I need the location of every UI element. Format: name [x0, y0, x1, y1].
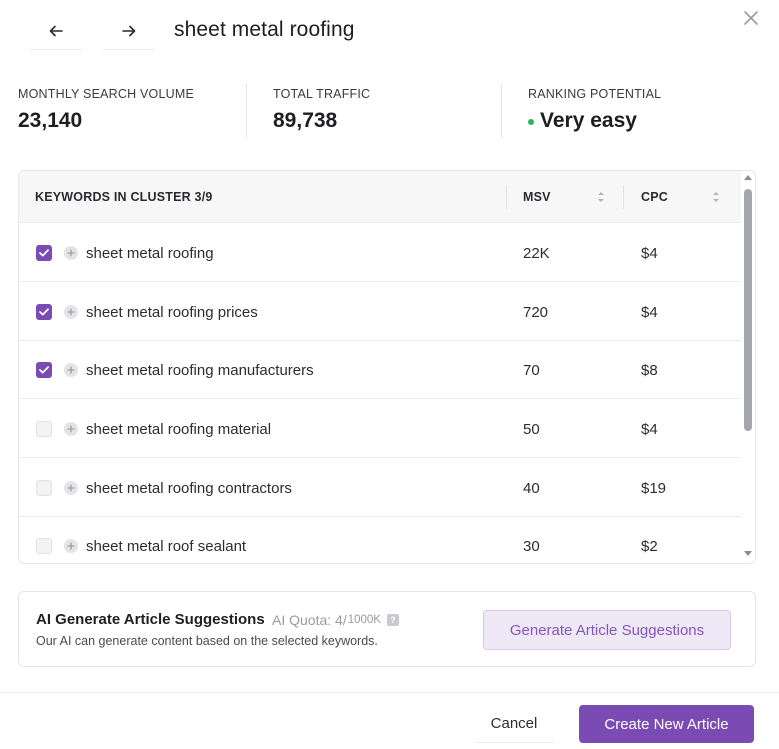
keyword-cell: sheet metal roofing contractors: [86, 479, 292, 497]
table-row[interactable]: sheet metal roofing prices 720 $4: [19, 283, 741, 341]
create-article-button[interactable]: Create New Article: [579, 705, 754, 743]
keyword-cell: sheet metal roofing prices: [86, 303, 258, 321]
ai-quota: AI Quota: 4/ 1000K ?: [272, 612, 399, 628]
ai-quota-total: 1000K: [347, 614, 381, 626]
table-row[interactable]: sheet metal roofing contractors 40 $19: [19, 459, 741, 517]
stat-divider: [246, 84, 247, 138]
stat-label: MONTHLY SEARCH VOLUME: [18, 87, 194, 101]
column-header-keywords: KEYWORDS IN CLUSTER 3/9: [35, 190, 213, 204]
close-button[interactable]: [741, 8, 761, 28]
cpc-cell: $19: [641, 479, 667, 497]
stat-ranking-potential: RANKING POTENTIAL Very easy: [528, 84, 661, 140]
msv-cell: 720: [523, 303, 549, 321]
page-title: sheet metal roofing: [174, 18, 355, 41]
stats-bar: MONTHLY SEARCH VOLUME 23,140 TOTAL TRAFF…: [0, 84, 779, 140]
ai-quota-prefix: AI Quota: 4/: [272, 612, 347, 628]
stat-label: TOTAL TRAFFIC: [273, 87, 371, 101]
cpc-cell: $8: [641, 361, 658, 379]
stat-value-text: 89,738: [273, 109, 338, 132]
column-header-cpc[interactable]: CPC: [641, 171, 668, 223]
column-divider: [623, 185, 624, 209]
add-keyword-icon[interactable]: [64, 305, 78, 319]
row-checkbox[interactable]: [36, 304, 52, 320]
msv-cell: 40: [523, 479, 540, 497]
arrow-right-icon: [122, 25, 136, 36]
cpc-cell: $4: [641, 244, 658, 262]
table-row[interactable]: sheet metal roof sealant 30 $2: [19, 517, 741, 563]
stat-value-text: Very easy: [540, 109, 637, 132]
back-button[interactable]: [30, 12, 82, 50]
checkmark-icon: [39, 366, 49, 374]
arrow-left-icon: [49, 25, 63, 36]
dialog-header: sheet metal roofing: [0, 0, 779, 62]
add-keyword-icon[interactable]: [64, 481, 78, 495]
table-row[interactable]: sheet metal roofing manufacturers 70 $8: [19, 341, 741, 399]
row-checkbox[interactable]: [36, 538, 52, 554]
scroll-thumb[interactable]: [744, 189, 752, 431]
sort-icon[interactable]: [596, 189, 606, 205]
generate-suggestions-button[interactable]: Generate Article Suggestions: [483, 610, 731, 650]
cpc-cell: $2: [641, 537, 658, 555]
keyword-table: KEYWORDS IN CLUSTER 3/9 MSV CPC sheet me…: [18, 170, 756, 564]
keyword-cell: sheet metal roofing manufacturers: [86, 361, 314, 379]
scroll-up-icon[interactable]: [744, 175, 752, 180]
table-header: KEYWORDS IN CLUSTER 3/9 MSV CPC: [19, 171, 741, 223]
table-row[interactable]: sheet metal roofing 22K $4: [19, 224, 741, 282]
stat-value: 23,140: [18, 109, 194, 133]
keyword-cell: sheet metal roof sealant: [86, 537, 247, 555]
row-checkbox[interactable]: [36, 245, 52, 261]
row-checkbox[interactable]: [36, 480, 52, 496]
keyword-cell: sheet metal roofing: [86, 244, 214, 262]
ai-panel-description: Our AI can generate content based on the…: [36, 634, 378, 648]
ai-suggestions-panel: AI Generate Article Suggestions AI Quota…: [18, 591, 756, 667]
scroll-down-icon[interactable]: [744, 551, 752, 556]
msv-cell: 70: [523, 361, 540, 379]
ai-panel-title: AI Generate Article Suggestions: [36, 611, 265, 628]
stat-label: RANKING POTENTIAL: [528, 87, 662, 101]
cpc-cell: $4: [641, 420, 658, 438]
footer-divider: [0, 692, 779, 693]
add-keyword-icon[interactable]: [64, 539, 78, 553]
stat-value: 89,738: [273, 109, 370, 133]
help-icon[interactable]: ?: [386, 614, 399, 626]
add-keyword-icon[interactable]: [64, 363, 78, 377]
table-scrollbar[interactable]: [741, 171, 755, 563]
stat-divider: [501, 84, 502, 138]
status-dot-icon: [528, 119, 534, 125]
row-checkbox[interactable]: [36, 362, 52, 378]
close-icon: [744, 11, 758, 25]
msv-cell: 22K: [523, 244, 550, 262]
stat-value-text: 23,140: [18, 109, 83, 132]
add-keyword-icon[interactable]: [64, 246, 78, 260]
msv-cell: 50: [523, 420, 540, 438]
msv-cell: 30: [523, 537, 540, 555]
sort-icon[interactable]: [711, 189, 721, 205]
forward-button[interactable]: [103, 12, 155, 50]
stat-value: Very easy: [528, 109, 661, 133]
stat-total-traffic: TOTAL TRAFFIC 89,738: [273, 84, 370, 140]
keyword-cell: sheet metal roofing material: [86, 420, 272, 438]
checkmark-icon: [39, 249, 49, 257]
checkmark-icon: [39, 308, 49, 316]
cancel-button[interactable]: Cancel: [474, 705, 554, 743]
column-header-msv[interactable]: MSV: [523, 171, 551, 223]
column-divider: [506, 185, 507, 209]
row-checkbox[interactable]: [36, 421, 52, 437]
cpc-cell: $4: [641, 303, 658, 321]
table-row[interactable]: sheet metal roofing material 50 $4: [19, 400, 741, 458]
add-keyword-icon[interactable]: [64, 422, 78, 436]
stat-monthly-search-volume: MONTHLY SEARCH VOLUME 23,140: [18, 84, 194, 140]
